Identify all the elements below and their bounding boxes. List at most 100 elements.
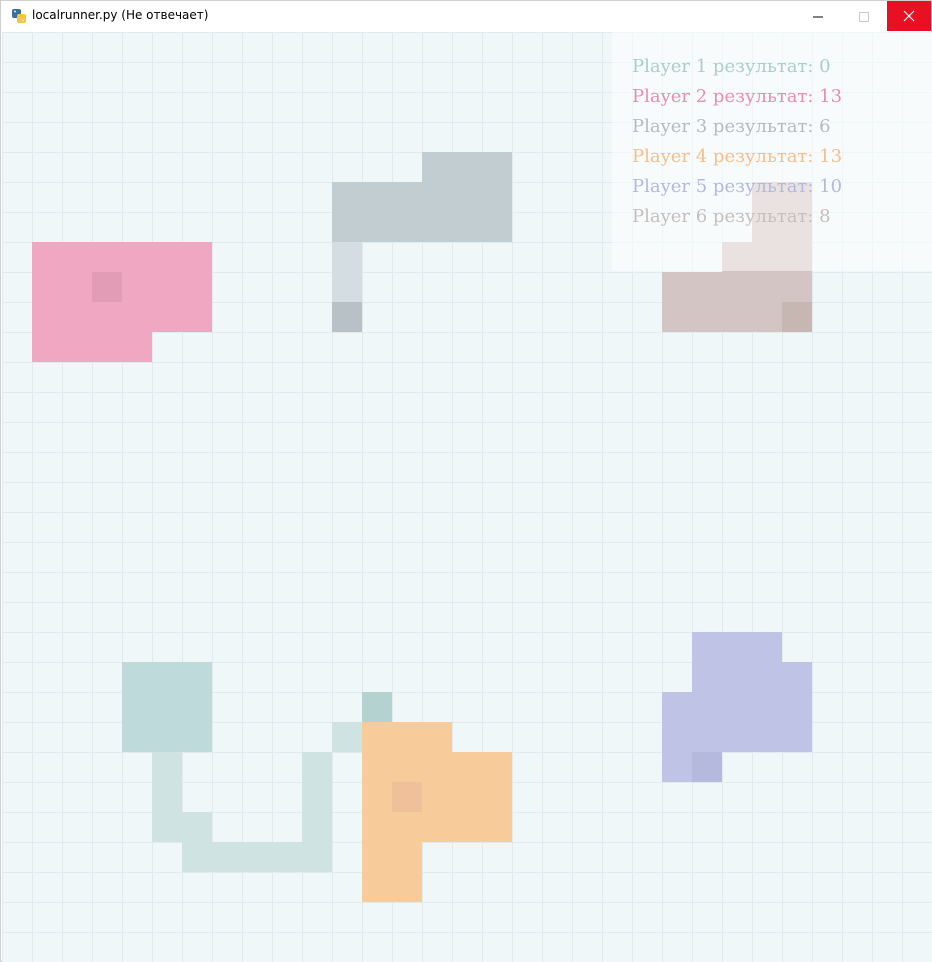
close-button[interactable] <box>887 1 931 31</box>
player-5-territory-cell <box>752 692 782 722</box>
player-5-territory-cell <box>782 722 812 752</box>
player-4-territory-cell <box>482 752 512 782</box>
player-6-territory-cell <box>662 302 692 332</box>
player-5-territory-cell <box>752 722 782 752</box>
player-3-territory-cell <box>452 212 482 242</box>
player-1-tail-cell <box>242 842 272 872</box>
app-window: localrunner.py (Не отвечает) Player 1 ре… <box>0 0 932 962</box>
player-1-tail-cell <box>302 842 332 872</box>
player-6-head <box>782 302 812 332</box>
minimize-icon <box>813 7 823 26</box>
player-2-territory-cell <box>182 242 212 272</box>
player-4-territory-cell <box>422 812 452 842</box>
maximize-icon <box>859 7 869 26</box>
player-5-territory-cell <box>722 662 752 692</box>
player-2-territory-cell <box>62 332 92 362</box>
player-1-tail-cell <box>302 782 332 812</box>
player-4-territory-cell <box>392 752 422 782</box>
player-1-tail-cell <box>272 842 302 872</box>
player-4-territory-cell <box>362 842 392 872</box>
player-5-territory-cell <box>692 692 722 722</box>
player-4-head <box>392 782 422 812</box>
player-5-territory-cell <box>782 692 812 722</box>
minimize-button[interactable] <box>795 1 841 31</box>
player-6-territory-cell <box>782 272 812 302</box>
player-6-territory-cell <box>722 302 752 332</box>
score-player-3: Player 3 результат: 6 <box>632 116 831 137</box>
player-1-territory-cell <box>152 692 182 722</box>
player-6-territory-cell <box>752 272 782 302</box>
player-5-territory-cell <box>692 662 722 692</box>
player-2-territory-cell <box>122 242 152 272</box>
player-4-territory-cell <box>422 752 452 782</box>
player-4-territory-cell <box>362 812 392 842</box>
player-1-tail-cell <box>182 812 212 842</box>
player-1-territory-cell <box>182 692 212 722</box>
player-1-tail-cell <box>332 722 362 752</box>
window-title: localrunner.py (Не отвечает) <box>32 8 209 22</box>
player-2-territory-cell <box>62 242 92 272</box>
game-board[interactable]: Player 1 результат: 0 Player 2 результат… <box>2 32 932 962</box>
player-5-territory-cell <box>662 752 692 782</box>
player-4-territory-cell <box>392 872 422 902</box>
scoreboard: Player 1 результат: 0 Player 2 результат… <box>612 32 932 271</box>
player-5-territory-cell <box>752 662 782 692</box>
player-2-territory-cell <box>122 332 152 362</box>
player-1-tail-cell <box>152 812 182 842</box>
player-5-territory-cell <box>722 722 752 752</box>
player-5-territory-cell <box>692 632 722 662</box>
player-6-territory-cell <box>692 302 722 332</box>
score-player-6: Player 6 результат: 8 <box>632 206 831 227</box>
player-3-territory-cell <box>332 182 362 212</box>
player-4-territory-cell <box>452 752 482 782</box>
score-player-4: Player 4 результат: 13 <box>632 146 843 167</box>
player-1-tail-cell <box>302 812 332 842</box>
player-3-territory-cell <box>452 152 482 182</box>
player-6-territory-cell <box>692 272 722 302</box>
player-1-head <box>362 692 392 722</box>
player-4-territory-cell <box>482 782 512 812</box>
player-1-territory-cell <box>182 662 212 692</box>
player-3-tail-cell <box>332 242 362 272</box>
player-4-territory-cell <box>392 722 422 752</box>
player-2-territory-cell <box>92 332 122 362</box>
player-4-territory-cell <box>452 812 482 842</box>
title-bar[interactable]: localrunner.py (Не отвечает) <box>1 1 931 31</box>
score-player-2: Player 2 результат: 13 <box>632 86 843 107</box>
player-4-territory-cell <box>362 752 392 782</box>
player-3-territory-cell <box>482 212 512 242</box>
player-1-territory-cell <box>152 722 182 752</box>
player-3-territory-cell <box>422 152 452 182</box>
player-6-territory-cell <box>722 272 752 302</box>
python-icon <box>11 8 27 24</box>
player-4-territory-cell <box>362 782 392 812</box>
player-2-territory-cell <box>152 272 182 302</box>
player-4-territory-cell <box>422 722 452 752</box>
player-3-territory-cell <box>482 152 512 182</box>
score-player-5: Player 5 результат: 10 <box>632 176 843 197</box>
player-4-territory-cell <box>482 812 512 842</box>
player-5-territory-cell <box>662 722 692 752</box>
player-2-territory-cell <box>122 302 152 332</box>
player-3-territory-cell <box>452 182 482 212</box>
player-1-tail-cell <box>212 842 242 872</box>
player-2-territory-cell <box>32 242 62 272</box>
player-5-territory-cell <box>722 632 752 662</box>
player-2-territory-cell <box>152 302 182 332</box>
player-4-territory-cell <box>422 782 452 812</box>
player-2-territory-cell <box>62 302 92 332</box>
player-4-territory-cell <box>362 872 392 902</box>
player-1-tail-cell <box>182 842 212 872</box>
player-6-territory-cell <box>662 272 692 302</box>
player-5-head <box>692 752 722 782</box>
player-4-territory-cell <box>452 782 482 812</box>
player-3-territory-cell <box>422 182 452 212</box>
player-5-territory-cell <box>662 692 692 722</box>
player-3-territory-cell <box>362 212 392 242</box>
player-2-territory-cell <box>182 272 212 302</box>
player-3-territory-cell <box>332 212 362 242</box>
close-icon <box>903 7 915 26</box>
player-1-tail-cell <box>152 782 182 812</box>
maximize-button[interactable] <box>841 1 887 31</box>
player-2-territory-cell <box>62 272 92 302</box>
